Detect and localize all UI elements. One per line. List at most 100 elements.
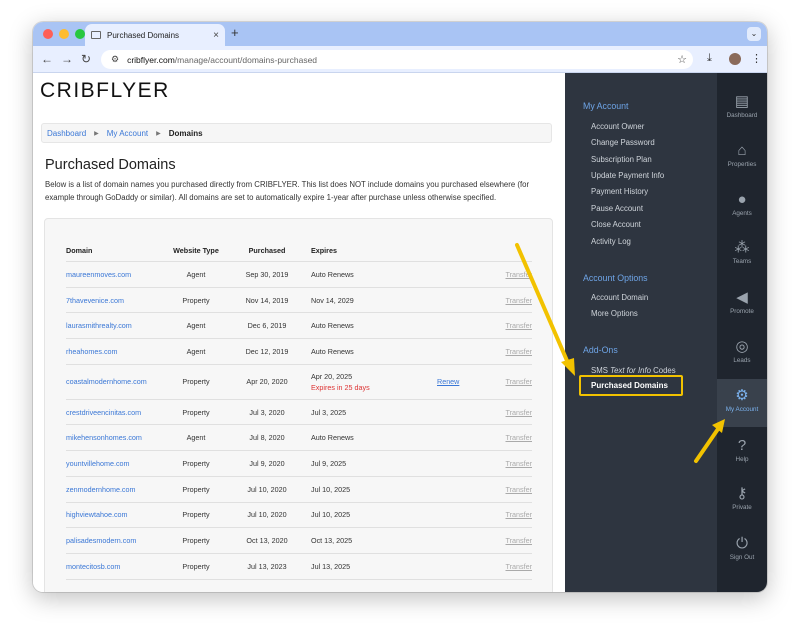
tab-bar: Purchased Domains × + ⌄ — [33, 22, 767, 46]
transfer-link[interactable]: Transfer — [506, 296, 533, 305]
menu-item-pause-account[interactable]: Pause Account — [591, 204, 643, 213]
cell-purchased: Jul 3, 2020 — [249, 407, 285, 417]
expires-value: Auto Renews — [311, 346, 354, 356]
menu-item-account-owner[interactable]: Account Owner — [591, 122, 644, 131]
cell-purchased: Sep 30, 2019 — [245, 269, 289, 279]
cell-expires: Auto Renews — [303, 347, 437, 356]
sidebar-item-help[interactable]: ? Help — [717, 437, 767, 477]
domain-link[interactable]: maureenmoves.com — [66, 270, 131, 279]
menu-item-close-account[interactable]: Close Account — [591, 220, 641, 229]
tab-close-icon[interactable]: × — [213, 30, 219, 41]
table-row: maureenmoves.com Agent Sep 30, 2019 Auto Re… — [66, 262, 532, 288]
renew-link[interactable]: Renew — [437, 377, 459, 386]
transfer-link[interactable]: Transfer — [506, 408, 533, 417]
close-window-button[interactable] — [43, 29, 53, 39]
menu-item-update-payment-info[interactable]: Update Payment Info — [591, 171, 664, 180]
sidebar-item-agents[interactable]: ● Agents — [717, 191, 767, 231]
favicon-icon — [91, 31, 101, 39]
sidebar-label-my-account: My Account — [725, 406, 759, 413]
domains-table: Domain Website Type Purchased Expires ma… — [66, 239, 532, 580]
transfer-link[interactable]: Transfer — [506, 510, 533, 519]
menu-section-my-account[interactable]: My Account — [583, 101, 628, 111]
domain-link[interactable]: highviewtahoe.com — [66, 510, 128, 519]
profile-avatar[interactable] — [729, 53, 741, 65]
domain-link[interactable]: mikehensonhomes.com — [66, 433, 142, 442]
table-row: laurasmithrealty.com Agent Dec 6, 2019 Auto… — [66, 313, 533, 340]
transfer-link[interactable]: Transfer — [506, 459, 533, 468]
transfer-link[interactable]: Transfer — [506, 321, 533, 330]
domain-link[interactable]: yountvillehome.com — [66, 459, 130, 468]
tab-search-chevron-icon[interactable]: ⌄ — [747, 27, 761, 41]
expires-value: Jul 3, 2025 — [311, 407, 347, 417]
transfer-link[interactable]: Transfer — [506, 536, 533, 545]
transfer-link[interactable]: Transfer — [506, 433, 533, 442]
site-logo[interactable]: CRIBFLYER — [40, 79, 170, 103]
menu-section-add-ons[interactable]: Add-Ons — [583, 345, 618, 355]
sidebar-item-properties[interactable]: ⌂ Properties — [717, 142, 767, 182]
cell-website-type: Agent — [186, 269, 206, 279]
main-content: CRIBFLYER Dashboard ▶ My Account ▶ Domai… — [33, 73, 565, 592]
sidebar-item-private[interactable]: ⚷ Private — [717, 485, 767, 525]
address-bar[interactable]: ⚙ cribflyer.com/manage/account/domains-p… — [101, 50, 693, 69]
cell-expires: Jul 10, 2025 — [303, 485, 437, 494]
breadcrumb-dashboard[interactable]: Dashboard — [47, 129, 86, 138]
transfer-link[interactable]: Transfer — [506, 377, 533, 386]
reload-icon[interactable]: ↻ — [81, 52, 91, 66]
transfer-link[interactable]: Transfer — [506, 270, 533, 279]
browser-menu-icon[interactable]: ⋮ — [751, 52, 762, 65]
cell-website-type: Property — [182, 458, 210, 468]
cell-website-type: Property — [182, 536, 210, 546]
sidebar-item-promote[interactable]: ◀ Promote — [717, 289, 767, 329]
sidebar-item-dashboard[interactable]: ▤ Dashboard — [717, 93, 767, 133]
power-icon: ⏻ — [736, 535, 748, 552]
domain-link[interactable]: montecitosb.com — [66, 562, 120, 571]
domain-link[interactable]: laurasmithrealty.com — [66, 321, 132, 330]
menu-item-payment-history[interactable]: Payment History — [591, 187, 648, 196]
megaphone-icon: ◀ — [736, 289, 748, 306]
forward-arrow-icon[interactable]: → — [61, 52, 73, 66]
breadcrumb-my-account[interactable]: My Account — [107, 129, 148, 138]
menu-item-purchased-domains[interactable]: Purchased Domains — [591, 381, 668, 390]
menu-item-activity-log[interactable]: Activity Log — [591, 237, 631, 246]
new-tab-button[interactable]: + — [231, 25, 239, 40]
download-icon[interactable]: ⤓ — [707, 52, 712, 65]
sidebar-item-sign-out[interactable]: ⏻ Sign Out — [717, 535, 767, 575]
cell-website-type: Property — [182, 407, 210, 417]
menu-item-subscription-plan[interactable]: Subscription Plan — [591, 155, 652, 164]
sidebar-label-teams: Teams — [732, 258, 752, 265]
domain-link[interactable]: crestdriveencinitas.com — [66, 408, 141, 417]
menu-item-account-domain[interactable]: Account Domain — [591, 293, 648, 302]
domains-table-card: Domain Website Type Purchased Expires ma… — [44, 218, 553, 592]
transfer-link[interactable]: Transfer — [506, 347, 533, 356]
table-row: highviewtahoe.com Property Jul 10, 2020 Jul… — [66, 503, 532, 529]
back-arrow-icon[interactable]: ← — [41, 52, 53, 66]
transfer-link[interactable]: Transfer — [506, 562, 533, 571]
domain-link[interactable]: rheahomes.com — [66, 347, 118, 356]
bookmark-star-icon[interactable]: ☆ — [677, 53, 687, 66]
domain-link[interactable]: zenmodernhome.com — [66, 485, 136, 494]
minimize-window-button[interactable] — [59, 29, 69, 39]
table-row: montecitosb.com Property Jul 13, 2023 Jul 1… — [66, 554, 532, 580]
domain-link[interactable]: coastalmodernhome.com — [66, 377, 147, 386]
sms-prefix: SMS — [591, 366, 611, 375]
sidebar-item-leads[interactable]: ◎ Leads — [717, 338, 767, 378]
menu-item-change-password[interactable]: Change Password — [591, 138, 655, 147]
expires-value: Auto Renews — [311, 321, 354, 331]
menu-section-account-options[interactable]: Account Options — [583, 273, 648, 283]
table-row: crestdriveencinitas.com Property Jul 3, 20… — [66, 400, 532, 426]
site-settings-icon[interactable]: ⚙ — [111, 54, 119, 65]
sidebar-item-teams[interactable]: ⁂ Teams — [717, 239, 767, 279]
teams-icon: ⁂ — [734, 239, 750, 256]
header-expires: Expires — [311, 245, 337, 255]
sms-italic: Text for Info — [610, 366, 651, 375]
maximize-window-button[interactable] — [75, 29, 85, 39]
domain-link[interactable]: 7thavevenice.com — [66, 296, 124, 305]
menu-item-sms-codes[interactable]: SMS Text for Info Codes — [591, 366, 676, 375]
menu-item-more-options[interactable]: More Options — [591, 309, 638, 318]
transfer-link[interactable]: Transfer — [506, 485, 533, 494]
table-row: palisadesmodern.com Property Oct 13, 2020 O… — [66, 528, 532, 554]
page-content: CRIBFLYER Dashboard ▶ My Account ▶ Domai… — [33, 73, 767, 592]
sidebar-item-my-account[interactable]: ⚙ My Account — [717, 379, 767, 427]
browser-tab[interactable]: Purchased Domains × — [85, 24, 225, 46]
domain-link[interactable]: palisadesmodern.com — [66, 536, 136, 545]
